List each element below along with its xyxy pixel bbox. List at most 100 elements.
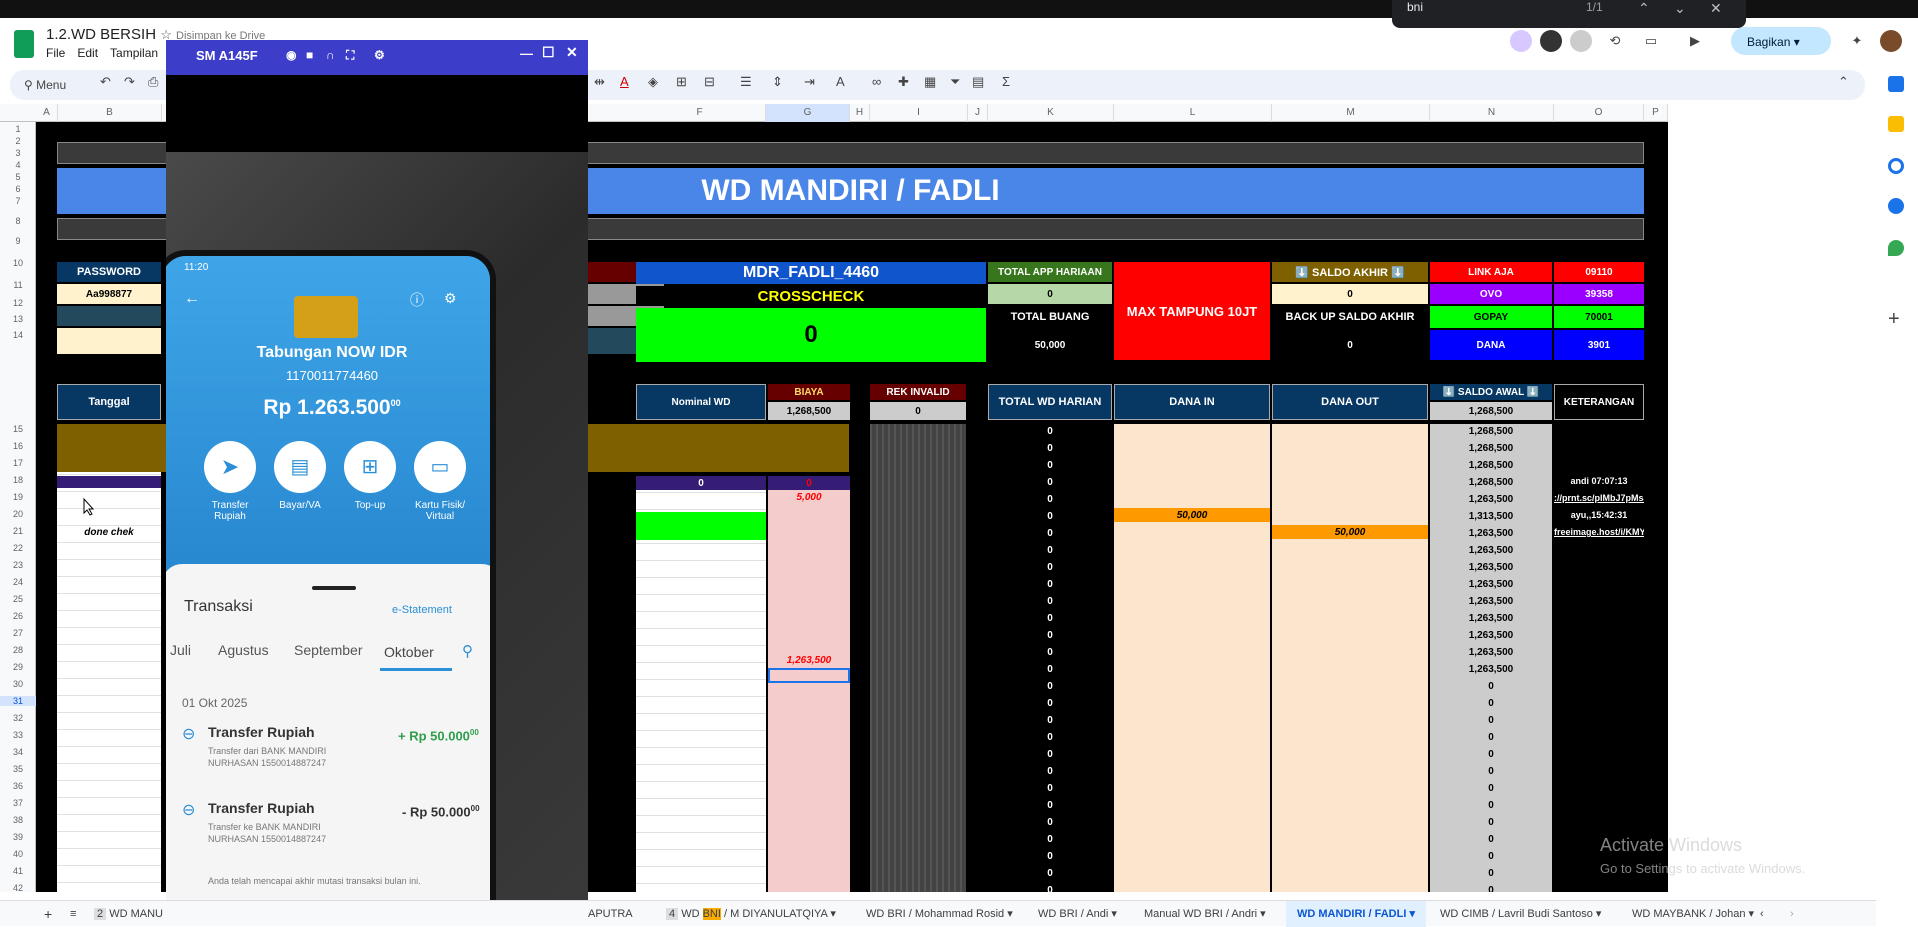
- crosscheck-value[interactable]: 0: [636, 308, 986, 362]
- find-prev-icon[interactable]: ⌃: [1638, 0, 1650, 17]
- month-tab-active[interactable]: Oktober: [384, 644, 434, 660]
- comment-icon[interactable]: ✚: [898, 74, 909, 90]
- print-icon[interactable]: ⎙: [148, 74, 158, 90]
- redo-icon[interactable]: ↷: [124, 74, 135, 90]
- total-wd-cell[interactable]: 0: [988, 611, 1112, 625]
- saldo-awal-cell[interactable]: 1,263,500: [1430, 662, 1552, 676]
- saldo-awal-cell[interactable]: 0: [1430, 883, 1552, 893]
- merge-cells-icon[interactable]: ⊟: [704, 74, 715, 90]
- biaya-total[interactable]: 1,268,500: [768, 402, 850, 420]
- valign-icon[interactable]: ⇕: [772, 74, 783, 90]
- tab-aputra[interactable]: APUTRA: [588, 901, 633, 927]
- total-wd-cell[interactable]: 0: [988, 832, 1112, 846]
- saldo-awal-cell[interactable]: 0: [1430, 764, 1552, 778]
- find-next-icon[interactable]: ⌄: [1674, 0, 1686, 17]
- row-header[interactable]: 35: [0, 764, 36, 774]
- row-header[interactable]: 16: [0, 441, 36, 451]
- total-wd-cell[interactable]: 0: [988, 815, 1112, 829]
- col-header[interactable]: N: [1430, 104, 1554, 122]
- saldo-awal-cell[interactable]: 1,268,500: [1430, 475, 1552, 489]
- row-header[interactable]: 5: [0, 172, 36, 182]
- row-header[interactable]: 32: [0, 713, 36, 723]
- total-wd-cell[interactable]: 0: [988, 679, 1112, 693]
- row-header[interactable]: 31: [0, 696, 36, 706]
- close-icon[interactable]: ✕: [566, 44, 578, 61]
- row-header[interactable]: 19: [0, 492, 36, 502]
- saldo-awal-cell[interactable]: 0: [1430, 832, 1552, 846]
- row-header[interactable]: 42: [0, 883, 36, 893]
- bill-icon[interactable]: ▤: [274, 441, 326, 493]
- col-header[interactable]: O: [1554, 104, 1644, 122]
- header-rek-invalid[interactable]: REK INVALID: [870, 384, 966, 400]
- meet-icon[interactable]: ▶: [1684, 30, 1706, 52]
- header-total-wd-harian[interactable]: TOTAL WD HARIAN: [988, 384, 1112, 420]
- collapse-toolbar-icon[interactable]: ⌃: [1838, 74, 1849, 90]
- header-tanggal[interactable]: Tanggal: [57, 384, 161, 420]
- row-header[interactable]: 20: [0, 509, 36, 519]
- header-saldo-awal[interactable]: ⬇️ SALDO AWAL ⬇️: [1430, 384, 1552, 400]
- row-header[interactable]: 17: [0, 458, 36, 468]
- biaya-column[interactable]: [768, 476, 850, 892]
- month-tab[interactable]: September: [294, 642, 362, 658]
- total-wd-cell[interactable]: 0: [988, 713, 1112, 727]
- text-color-icon[interactable]: A: [620, 74, 629, 89]
- rek-invalid-column[interactable]: [870, 424, 966, 892]
- total-app-harian-value[interactable]: 0: [988, 284, 1112, 304]
- month-tab[interactable]: Juli: [170, 642, 191, 658]
- profile-avatar[interactable]: [1880, 30, 1902, 52]
- done-chek[interactable]: done chek: [57, 525, 161, 539]
- total-wd-cell[interactable]: 0: [988, 747, 1112, 761]
- row-header[interactable]: 22: [0, 543, 36, 553]
- wallet-value[interactable]: 39358: [1554, 284, 1644, 304]
- row-header[interactable]: 30: [0, 679, 36, 689]
- row-header[interactable]: 4: [0, 160, 36, 170]
- row-header[interactable]: 40: [0, 849, 36, 859]
- total-wd-cell[interactable]: 0: [988, 424, 1112, 438]
- row-header[interactable]: 14: [0, 330, 36, 340]
- info-icon[interactable]: ⓘ: [410, 290, 424, 310]
- functions-icon[interactable]: Σ: [1002, 74, 1010, 89]
- tab-wd-manu[interactable]: WD MANU: [109, 908, 163, 920]
- saldo-awal-cell[interactable]: 1,263,500: [1430, 594, 1552, 608]
- dana-in-value[interactable]: 50,000: [1114, 508, 1270, 522]
- saldo-awal-cell[interactable]: 1,263,500: [1430, 560, 1552, 574]
- saldo-awal-cell[interactable]: 1,263,500: [1430, 628, 1552, 642]
- saldo-awal-cell[interactable]: 1,263,500: [1430, 611, 1552, 625]
- saldo-awal-cell[interactable]: 1,268,500: [1430, 424, 1552, 438]
- total-wd-cell[interactable]: 0: [988, 696, 1112, 710]
- total-wd-cell[interactable]: 0: [988, 645, 1112, 659]
- chart-icon[interactable]: ▦: [924, 74, 936, 90]
- saldo-awal-cell[interactable]: 1,263,500: [1430, 543, 1552, 557]
- gemini-icon[interactable]: ✦: [1846, 30, 1868, 52]
- avatar-3[interactable]: [1570, 30, 1592, 52]
- settings-icon[interactable]: ⚙: [444, 290, 457, 307]
- row-header[interactable]: 18: [0, 475, 36, 485]
- row-header[interactable]: 8: [0, 216, 36, 226]
- total-wd-cell[interactable]: 0: [988, 526, 1112, 540]
- total-wd-cell[interactable]: 0: [988, 764, 1112, 778]
- row-19-biaya[interactable]: 5,000: [768, 490, 850, 504]
- saldo-akhir-value[interactable]: 0: [1272, 284, 1428, 304]
- saldo-awal-cell[interactable]: 1,263,500: [1430, 645, 1552, 659]
- topup-icon[interactable]: ⊞: [344, 441, 396, 493]
- total-wd-cell[interactable]: 0: [988, 560, 1112, 574]
- borders-icon[interactable]: ⊞: [676, 74, 687, 90]
- merge-icon[interactable]: ⇹: [594, 74, 605, 90]
- row-header[interactable]: 15: [0, 424, 36, 434]
- header-dana-in[interactable]: DANA IN: [1114, 384, 1270, 420]
- row-header[interactable]: 26: [0, 611, 36, 621]
- keterangan-link[interactable]: freeimage.host/i/KMY0I: [1554, 525, 1644, 539]
- record-icon[interactable]: ■: [306, 48, 313, 62]
- wallet-value[interactable]: 70001: [1554, 306, 1644, 328]
- calendar-icon[interactable]: [1888, 76, 1904, 92]
- wallet-name[interactable]: GOPAY: [1430, 306, 1552, 328]
- saldo-awal-cell[interactable]: 1,268,500: [1430, 441, 1552, 455]
- total-wd-cell[interactable]: 0: [988, 577, 1112, 591]
- total-wd-cell[interactable]: 0: [988, 662, 1112, 676]
- card-icon[interactable]: ▭: [414, 441, 466, 493]
- col-header[interactable]: M: [1272, 104, 1430, 122]
- saldo-awal-cell[interactable]: 0: [1430, 781, 1552, 795]
- history-icon[interactable]: ⟲: [1604, 30, 1626, 52]
- undo-icon[interactable]: ↶: [100, 74, 111, 90]
- maps-icon[interactable]: [1888, 240, 1904, 256]
